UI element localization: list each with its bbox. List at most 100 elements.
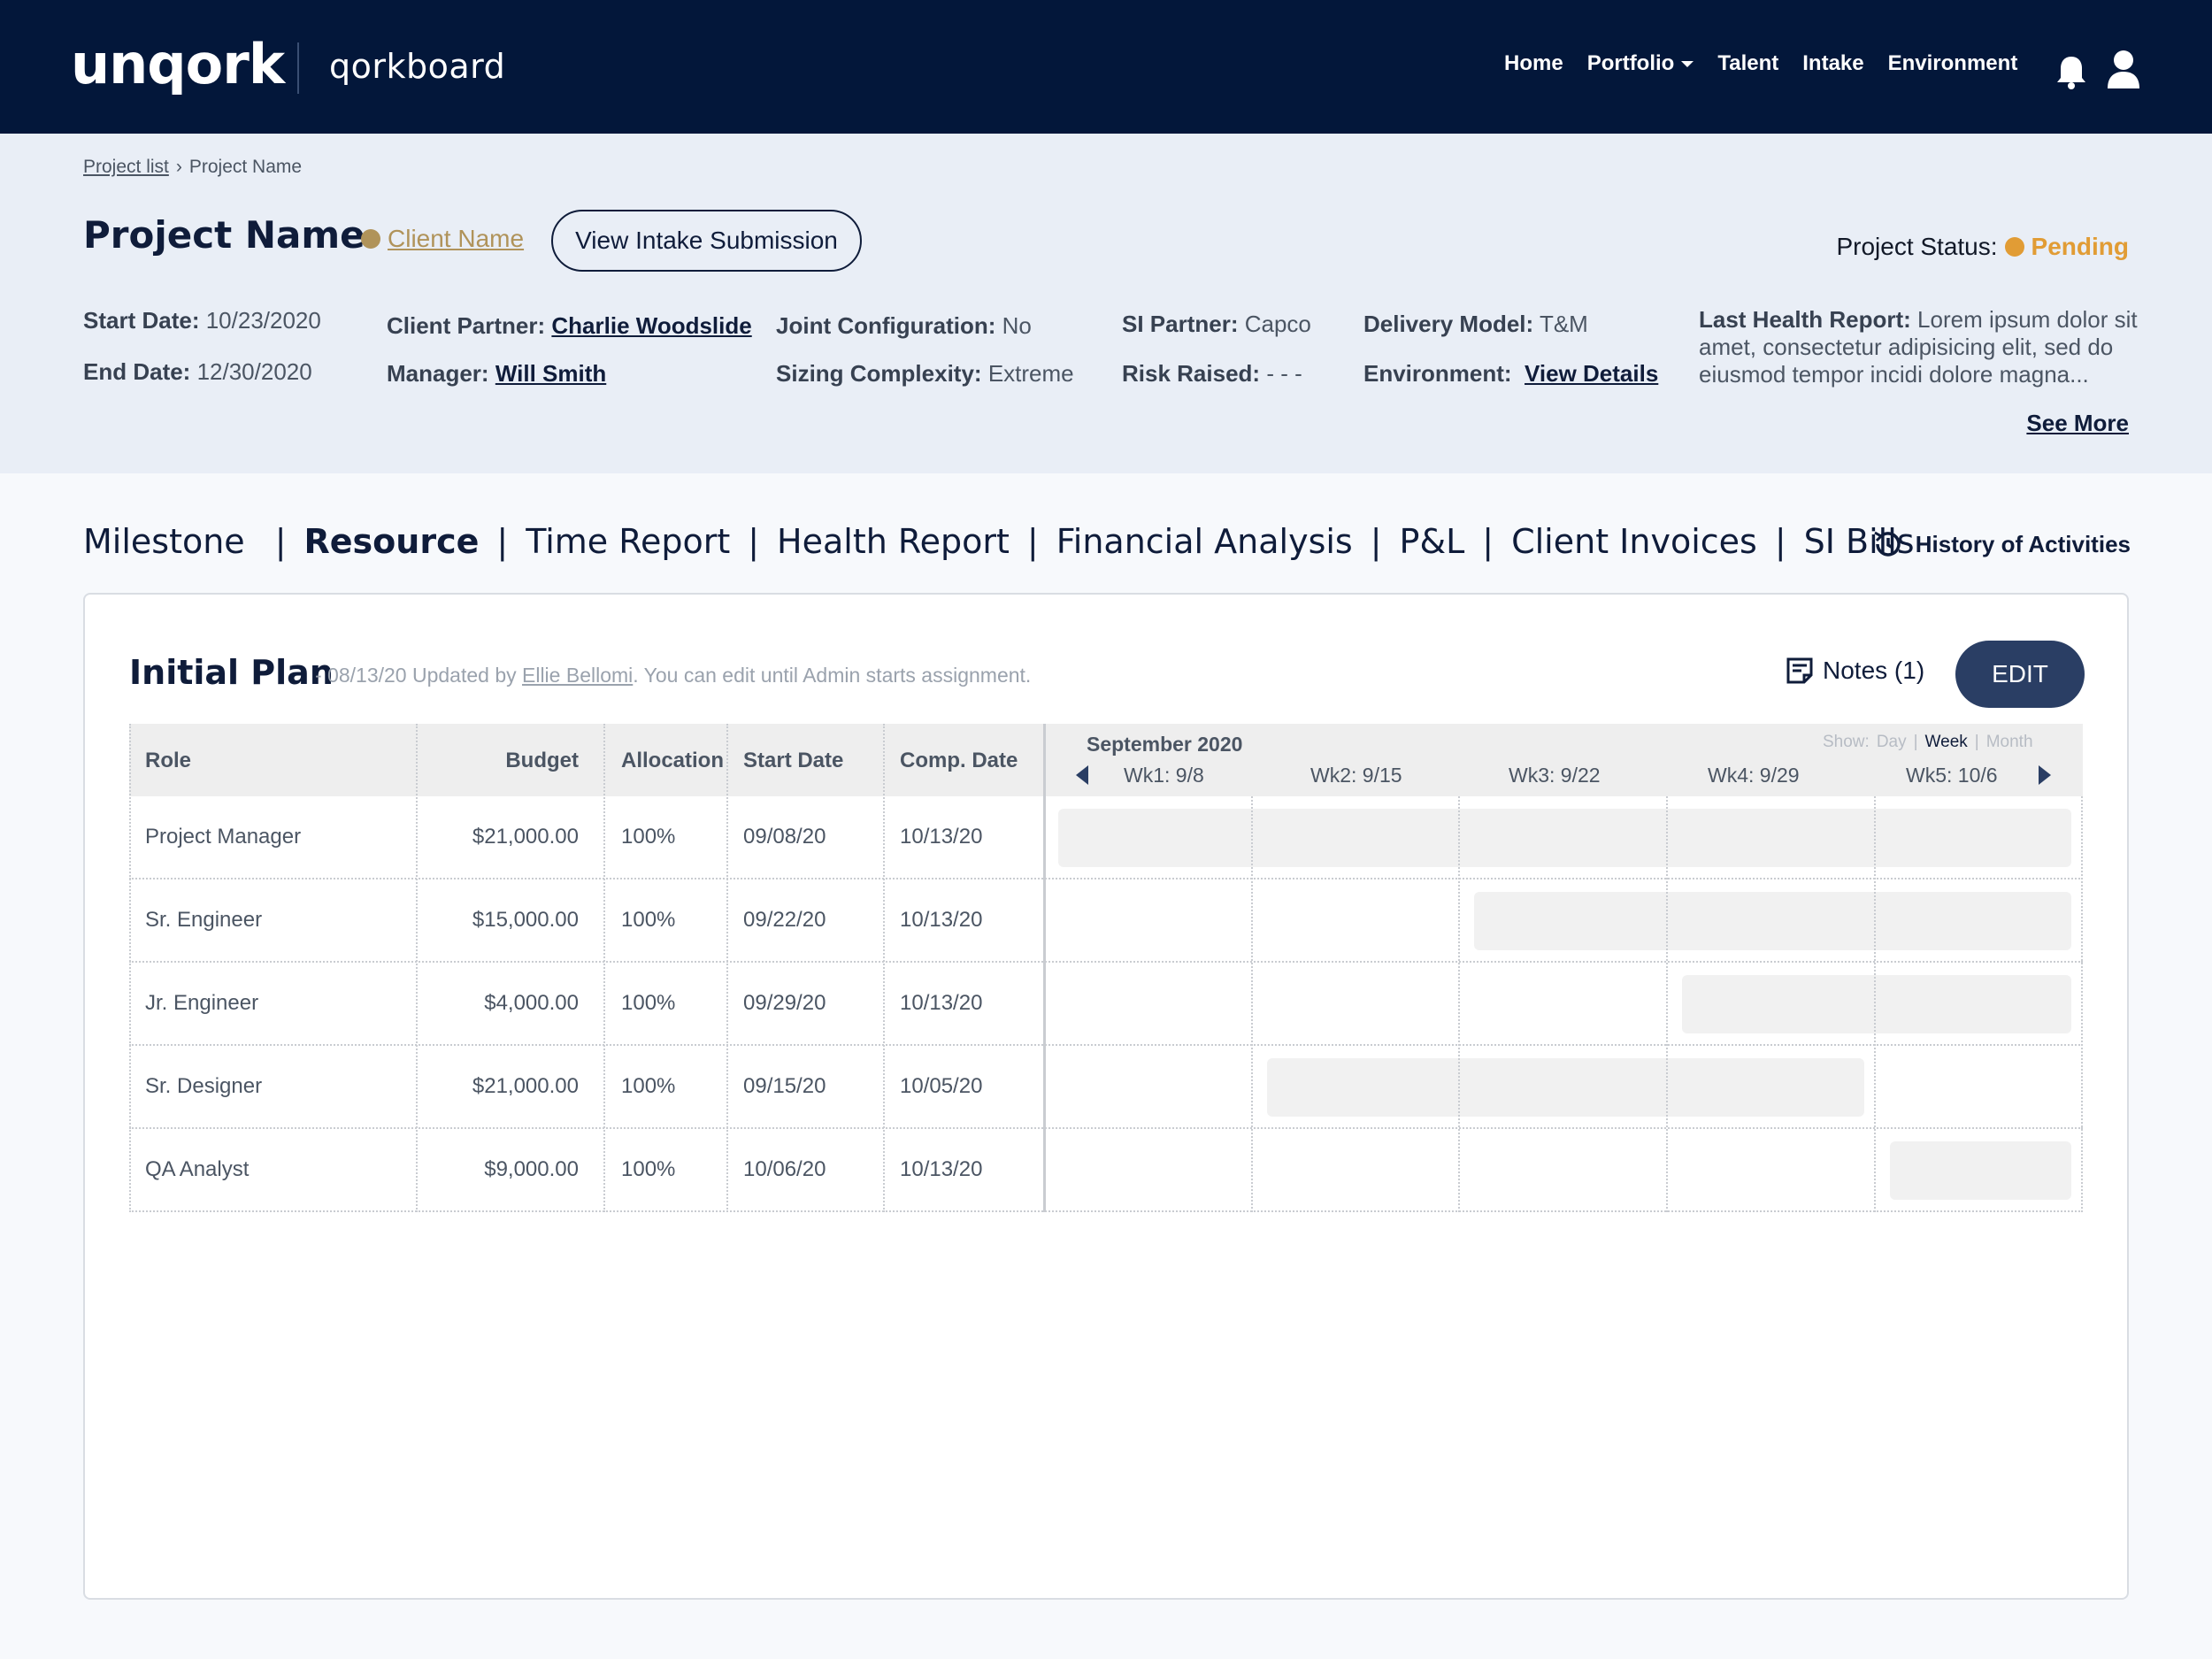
tab-time-report[interactable]: Time Report (526, 522, 730, 561)
client-partner: Client Partner: Charlie Woodslide (387, 312, 752, 340)
top-nav-bar: unqork qorkboard Home Portfolio Talent I… (0, 0, 2212, 134)
view-month[interactable]: Month (1986, 733, 2033, 752)
timeline-bar[interactable] (1267, 1058, 1864, 1117)
table-row[interactable]: Sr. Designer $21,000.00 100% 09/15/20 10… (129, 1046, 2083, 1129)
col-budget: Budget (505, 749, 579, 772)
table-row[interactable]: Project Manager $21,000.00 100% 09/08/20… (129, 796, 2083, 879)
week-4: Wk4: 9/29 (1708, 764, 1800, 787)
notes-button[interactable]: Notes (1) (1786, 657, 1924, 685)
sizing-complexity-value: Extreme (987, 360, 1074, 387)
nav-talent[interactable]: Talent (1717, 51, 1778, 76)
view-week[interactable]: Week (1925, 733, 1968, 752)
table-row[interactable]: Sr. Engineer $15,000.00 100% 09/22/20 10… (129, 879, 2083, 963)
show-label: Show: (1823, 733, 1870, 751)
breadcrumb-current: Project Name (188, 157, 303, 177)
client-partner-link[interactable]: Charlie Woodslide (551, 312, 751, 339)
environment-label: Environment: (1363, 360, 1512, 387)
nav-intake-label: Intake (1802, 51, 1864, 75)
grid-line (603, 724, 605, 1212)
tab-financial-analysis[interactable]: Financial Analysis (1056, 522, 1353, 561)
risk-raised-label: Risk Raised: (1122, 360, 1261, 387)
next-arrow-icon[interactable] (2039, 765, 2051, 785)
tab-milestone[interactable]: Milestone (83, 522, 245, 561)
sizing-complexity: Sizing Complexity: Extreme (776, 360, 1074, 388)
tab-separator: | (496, 522, 509, 561)
tab-bar: Milestone | Resource | Time Report | Hea… (83, 522, 1915, 561)
cell-comp-date: 10/13/20 (900, 908, 983, 932)
environment: Environment: View Details (1363, 360, 1658, 388)
view-details-link[interactable]: View Details (1525, 360, 1658, 387)
tab-resource[interactable]: Resource (304, 522, 480, 561)
manager-link[interactable]: Will Smith (495, 360, 606, 387)
joint-configuration-label: Joint Configuration: (776, 312, 996, 339)
cell-comp-date: 10/05/20 (900, 1074, 983, 1098)
edit-button[interactable]: EDIT (1955, 641, 2085, 708)
nav-intake[interactable]: Intake (1802, 51, 1863, 76)
client-name-link[interactable]: Client Name (361, 225, 524, 253)
cell-comp-date: 10/13/20 (900, 991, 983, 1015)
timeline-bar[interactable] (1058, 809, 2071, 867)
timeline-bar[interactable] (1890, 1141, 2071, 1200)
history-of-activities-link[interactable]: History of Activities (1871, 527, 2131, 561)
resource-table: Role Budget Allocation Start Date Comp. … (129, 724, 2083, 1212)
delivery-model: Delivery Model: T&M (1363, 311, 1588, 338)
project-header: Project list › Project Name Project Name… (0, 134, 2212, 473)
risk-raised-value: - - - (1266, 360, 1302, 387)
cell-start-date: 09/15/20 (743, 1074, 826, 1098)
bell-icon[interactable] (2055, 55, 2087, 90)
grid-line (1251, 796, 1253, 1212)
tab-health-report[interactable]: Health Report (777, 522, 1010, 561)
nav-portfolio[interactable]: Portfolio (1587, 51, 1694, 76)
table-row[interactable]: Jr. Engineer $4,000.00 100% 09/29/20 10/… (129, 963, 2083, 1046)
timeline-month: September 2020 (1087, 733, 1243, 756)
view-day[interactable]: Day (1877, 733, 1907, 752)
prev-arrow-icon[interactable] (1076, 765, 1088, 785)
cell-role: Project Manager (145, 825, 302, 849)
unqork-logo[interactable]: unqork (71, 32, 285, 96)
table-row[interactable]: QA Analyst $9,000.00 100% 10/06/20 10/13… (129, 1129, 2083, 1212)
client-dot-icon (361, 229, 380, 249)
start-date: Start Date: 10/23/2020 (83, 307, 321, 334)
cell-role: Jr. Engineer (145, 991, 259, 1015)
nav-environment[interactable]: Environment (1888, 51, 2018, 76)
product-name: qorkboard (329, 47, 506, 86)
manager-label: Manager: (387, 360, 489, 387)
nav-home-label: Home (1504, 51, 1563, 75)
history-icon (1874, 531, 1901, 557)
delivery-model-label: Delivery Model: (1363, 311, 1534, 337)
cell-allocation: 100% (621, 991, 676, 1015)
end-date-value: 12/30/2020 (196, 358, 312, 385)
page-title: Project Name (83, 213, 365, 257)
grid-line (129, 724, 131, 1212)
cell-role: Sr. Designer (145, 1074, 263, 1098)
grid-line (416, 724, 418, 1212)
start-date-value: 10/23/2020 (205, 307, 321, 334)
user-icon[interactable] (2106, 50, 2141, 88)
timeline-bar[interactable] (1682, 975, 2071, 1033)
breadcrumb: Project list › Project Name (83, 157, 302, 178)
si-partner-value: Capco (1244, 311, 1311, 337)
view-intake-submission-button[interactable]: View Intake Submission (551, 210, 862, 272)
project-status: Project Status: Pending (1836, 233, 2129, 261)
see-more-link[interactable]: See More (2026, 410, 2129, 437)
plan-subtitle: - 08/13/20 Updated by Ellie Bellomi. You… (315, 664, 1031, 687)
grid-line (1043, 724, 1046, 1212)
tab-client-invoices[interactable]: Client Invoices (1511, 522, 1757, 561)
updated-by-link[interactable]: Ellie Bellomi (522, 664, 633, 687)
breadcrumb-project-list[interactable]: Project list (83, 157, 169, 178)
client-partner-label: Client Partner: (387, 312, 546, 339)
cell-allocation: 100% (621, 1157, 676, 1181)
nav-home[interactable]: Home (1504, 51, 1563, 76)
cell-start-date: 10/06/20 (743, 1157, 826, 1181)
nav-environment-label: Environment (1887, 51, 2018, 75)
cell-comp-date: 10/13/20 (900, 1157, 983, 1181)
timeline-bar[interactable] (1474, 892, 2071, 950)
resource-panel: Initial Plan - 08/13/20 Updated by Ellie… (83, 593, 2129, 1600)
plan-sub-suffix: . You can edit until Admin starts assign… (633, 664, 1032, 687)
tab-separator: | (748, 522, 760, 561)
tab-separator: | (1482, 522, 1494, 561)
tab-pl[interactable]: P&L (1400, 522, 1465, 561)
grid-line (1874, 796, 1876, 1212)
grid-line (1666, 796, 1668, 1212)
cell-budget: $21,000.00 (472, 1074, 579, 1098)
